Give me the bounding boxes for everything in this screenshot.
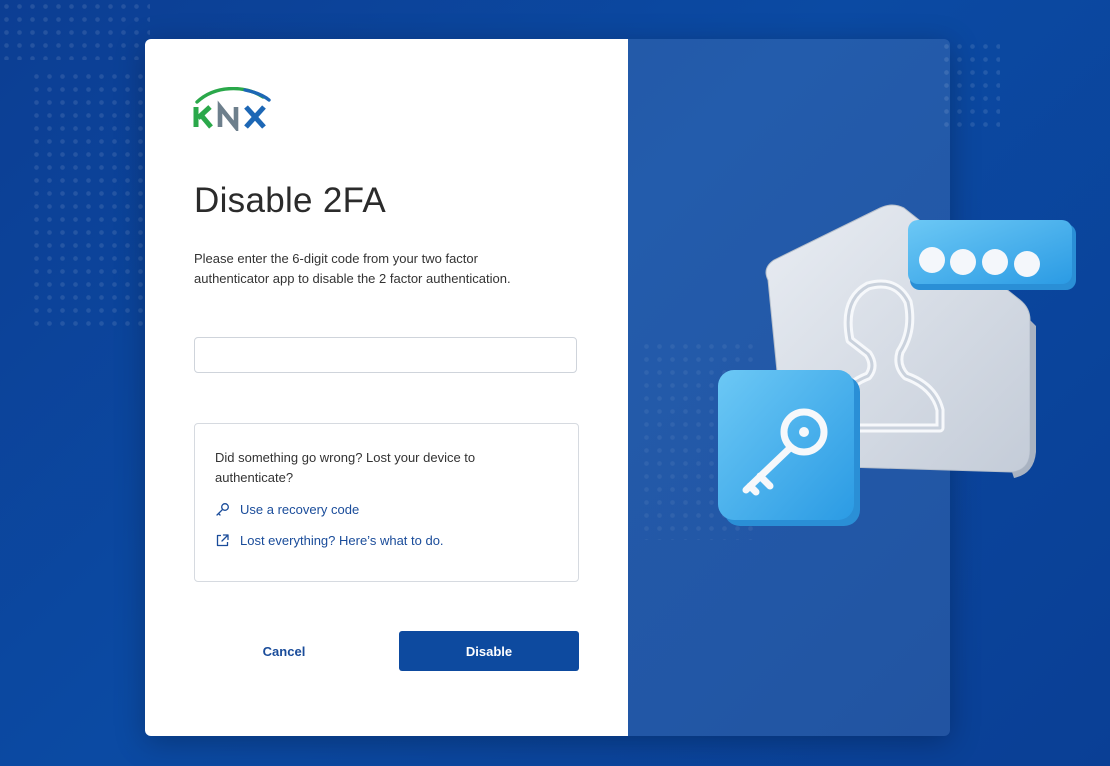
help-box: Did something go wrong? Lost your device… xyxy=(194,423,579,582)
cancel-button[interactable]: Cancel xyxy=(194,631,374,671)
key-icon xyxy=(215,502,230,517)
background-dots xyxy=(0,0,150,60)
form-panel: Disable 2FA Please enter the 6-digit cod… xyxy=(145,39,628,736)
help-text: Did something go wrong? Lost your device… xyxy=(215,450,476,485)
recovery-code-link-label: Use a recovery code xyxy=(240,502,360,517)
lost-everything-link[interactable]: Lost everything? Here’s what to do. xyxy=(215,533,558,548)
security-illustration xyxy=(700,190,1100,550)
disable-button[interactable]: Disable xyxy=(399,631,579,671)
page-title: Disable 2FA xyxy=(194,181,387,220)
knx-logo xyxy=(193,86,279,134)
lost-everything-link-label: Lost everything? Here’s what to do. xyxy=(240,533,444,548)
page-description: Please enter the 6-digit code from your … xyxy=(194,251,511,286)
recovery-code-link[interactable]: Use a recovery code xyxy=(215,502,558,517)
external-link-icon xyxy=(215,533,230,548)
code-input[interactable] xyxy=(194,337,577,373)
background-dots xyxy=(30,70,145,330)
